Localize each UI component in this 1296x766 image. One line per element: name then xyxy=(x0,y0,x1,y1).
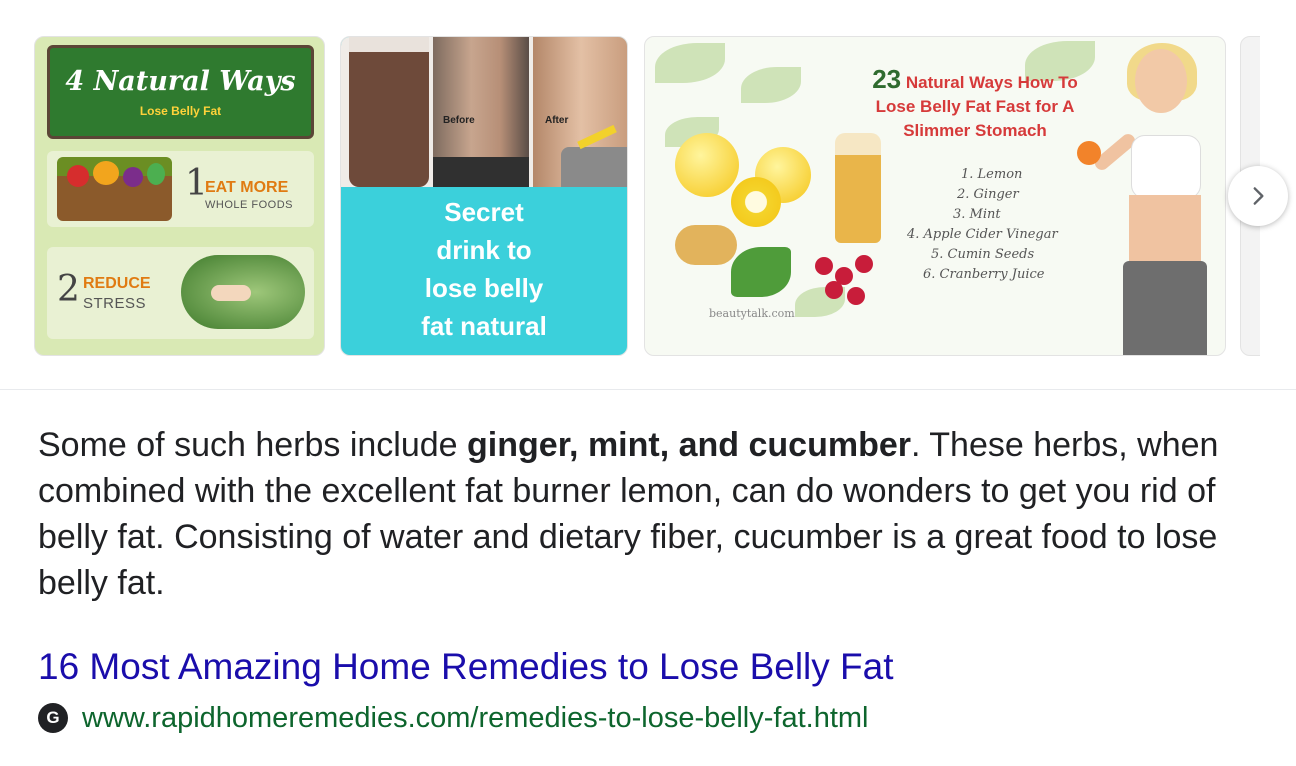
remedy-list: 1. Lemon 2. Ginger 3. Mint 4. Apple Cide… xyxy=(907,165,1058,285)
image-banner: 4 Natural Ways Lose Belly Fat xyxy=(47,45,314,139)
vegetable-basket-image xyxy=(57,157,172,221)
caption-line: Secret xyxy=(444,197,524,227)
woman-figure-image xyxy=(1077,43,1211,355)
watermark: beautytalk.com xyxy=(709,307,795,320)
tip-row-2: 2 REDUCE STRESS xyxy=(47,247,314,339)
carousel-image-natural-ways[interactable]: 4 Natural Ways Lose Belly Fat 1 EAT MORE… xyxy=(34,36,325,356)
snippet-highlight: ginger, mint, and cucumber xyxy=(467,426,911,464)
banner-title: 4 Natural Ways xyxy=(65,66,296,97)
list-item: 4. Apple Cider Vinegar xyxy=(907,227,1058,242)
title-number: 23 xyxy=(872,64,902,94)
list-item: 1. Lemon xyxy=(961,167,1023,182)
carousel-image-23-natural-ways[interactable]: 23 Natural Ways How To Lose Belly Fat Fa… xyxy=(644,36,1226,356)
before-after-photo: Before After xyxy=(341,37,627,187)
list-item: 6. Cranberry Juice xyxy=(923,267,1045,282)
chevron-right-icon xyxy=(1253,187,1264,205)
image-carousel: 4 Natural Ways Lose Belly Fat 1 EAT MORE… xyxy=(34,36,1260,356)
tip-title: REDUCE xyxy=(83,275,151,292)
list-item: 5. Cumin Seeds xyxy=(931,247,1035,262)
site-favicon-icon: G xyxy=(38,703,68,733)
title-line-1: Natural Ways How To xyxy=(905,73,1078,92)
caption-line: lose belly xyxy=(424,273,544,303)
title-line-2: Lose Belly Fat Fast for A xyxy=(875,97,1075,116)
meditation-image xyxy=(181,255,305,329)
caption-line: drink to xyxy=(436,235,532,265)
snippet-lead: Some of such herbs include xyxy=(38,426,468,464)
cranberry-image xyxy=(815,257,833,275)
image-title: 23 Natural Ways How To Lose Belly Fat Fa… xyxy=(815,64,1135,143)
featured-snippet-card: 4 Natural Ways Lose Belly Fat 1 EAT MORE… xyxy=(0,0,1296,766)
carousel-image-secret-drink[interactable]: Before After Secret drink to lose belly … xyxy=(340,36,628,356)
result-source: G www.rapidhomeremedies.com/remedies-to-… xyxy=(38,700,869,736)
list-item: 2. Ginger xyxy=(957,187,1019,202)
tip-row-1: 1 EAT MORE WHOLE FOODS xyxy=(47,151,314,227)
snippet-text: Some of such herbs include ginger, mint,… xyxy=(38,422,1268,606)
before-label: Before xyxy=(443,115,475,126)
tip-title: EAT MORE xyxy=(205,179,289,196)
list-item: 3. Mint xyxy=(953,207,1001,222)
tip-number: 2 xyxy=(57,269,80,310)
image-caption: Secret drink to lose belly fat natural xyxy=(341,193,627,345)
banner-subtitle: Lose Belly Fat xyxy=(139,104,222,118)
tip-subtitle: WHOLE FOODS xyxy=(205,199,294,211)
lemon-image xyxy=(675,133,739,197)
tip-subtitle: STRESS xyxy=(83,295,147,312)
mint-leaves-image xyxy=(731,247,791,297)
vinegar-bottle-image xyxy=(835,133,881,243)
carousel-next-button[interactable] xyxy=(1228,166,1288,226)
lemon-slice-image xyxy=(731,177,781,227)
ginger-image xyxy=(675,225,737,265)
result-title-link[interactable]: 16 Most Amazing Home Remedies to Lose Be… xyxy=(38,646,894,688)
divider xyxy=(0,389,1296,390)
caption-line: fat natural xyxy=(421,311,547,341)
drink-glass-image xyxy=(349,37,429,187)
result-url[interactable]: www.rapidhomeremedies.com/remedies-to-lo… xyxy=(82,702,869,735)
after-label: After xyxy=(545,115,569,126)
